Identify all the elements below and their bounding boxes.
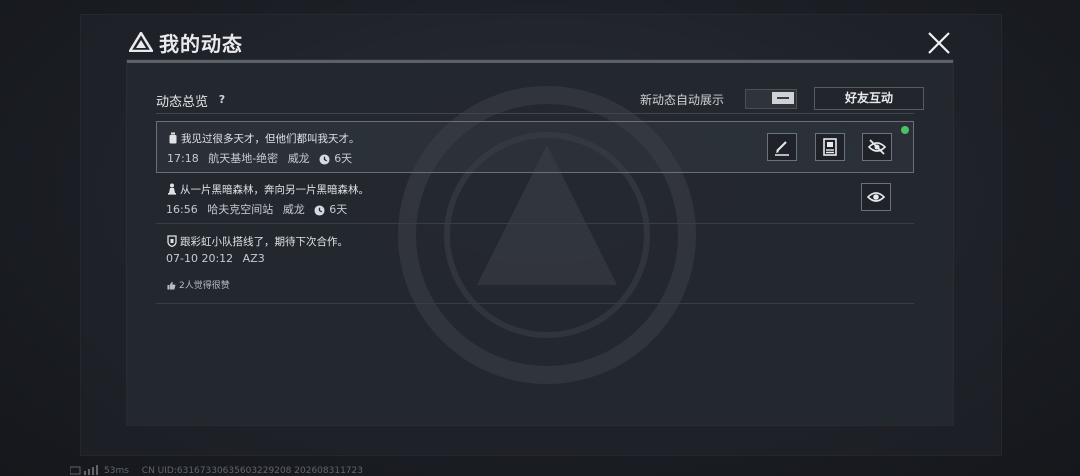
thumbs-up-icon [167,281,176,290]
post-author: 威龙 [287,152,310,165]
chess-pawn-icon [168,183,176,195]
title-bar: 我的动态 [127,24,953,60]
profile-card-button[interactable] [815,133,845,161]
close-button[interactable] [924,28,954,58]
new-indicator-dot [901,126,909,134]
friend-interaction-button[interactable]: 好友互动 [814,87,924,110]
shield-badge-icon [167,235,177,247]
help-icon[interactable]: ? [215,93,229,107]
ping-text: 53ms [104,465,129,476]
eye-slash-icon [867,139,887,155]
post-duration: 6天 [329,203,348,216]
auto-show-label: 新动态自动展示 [640,93,725,107]
edit-button[interactable] [767,133,797,161]
status-footer: 53ms CN UID:6316733063560322920​8 202608… [69,465,373,476]
post-text: 我见过很多天才，但他们都叫我天才。 [181,133,360,145]
post-divider [156,223,914,224]
post-time: 17:18 [167,152,199,165]
post-location: 航天基地-绝密 [208,152,279,165]
signal-icon [69,465,98,475]
post-item[interactable]: 从一片黑暗森林，奔向另一片黑暗森林。 16:56 哈夫克空间站 威龙 6天 [156,173,912,221]
post-location: AZ3 [242,252,265,265]
post-author: 威龙 [282,203,305,216]
post-location: 哈夫克空间站 [207,203,274,216]
uid-text: CN UID:6316733063560322920​8 20260831172… [141,465,363,476]
bottle-icon [169,132,177,144]
post-meta: 16:56 哈夫克空间站 威龙 6天 [166,201,353,217]
post-divider [156,303,914,304]
post-time: 16:56 [166,203,198,216]
clock-icon [319,153,330,165]
show-button[interactable] [861,183,891,211]
likes-count: 2人觉得很赞 [179,281,230,291]
post-meta: 17:18 航天基地-绝密 威龙 6天 [167,150,358,166]
post-meta: 07-10 20:12 AZ3 [166,252,271,265]
hide-button[interactable] [862,133,892,161]
section-divider [156,113,914,114]
id-card-icon [823,138,837,156]
section-title: 动态总览 [156,95,209,110]
post-time: 07-10 20:12 [166,252,234,265]
pencil-icon [775,141,789,156]
warning-triangle-icon [129,32,153,52]
clock-icon [314,204,325,216]
toggle-knob [772,92,794,104]
post-text: 从一片黑暗森林，奔向另一片黑暗森林。 [180,184,369,196]
post-item[interactable]: 跟彩虹小队搭线了，期待下次合作。 07-10 20:12 AZ3 [156,225,912,303]
likes-row: 2人觉得很赞 [167,278,230,291]
post-duration: 6天 [334,152,353,165]
auto-show-toggle[interactable] [745,89,797,109]
post-item[interactable]: 我见过很多天才，但他们都叫我天才。 17:18 航天基地-绝密 威龙 6天 [156,121,914,173]
close-icon [928,32,950,54]
page-title: 我的动态 [159,32,243,56]
post-text: 跟彩虹小队搭线了，期待下次合作。 [180,236,348,248]
moments-dialog: 动态总览 ? 新动态自动展示 好友互动 我见过很多天才，但他们都叫我天才。 17… [127,60,953,425]
eye-icon [866,192,886,202]
